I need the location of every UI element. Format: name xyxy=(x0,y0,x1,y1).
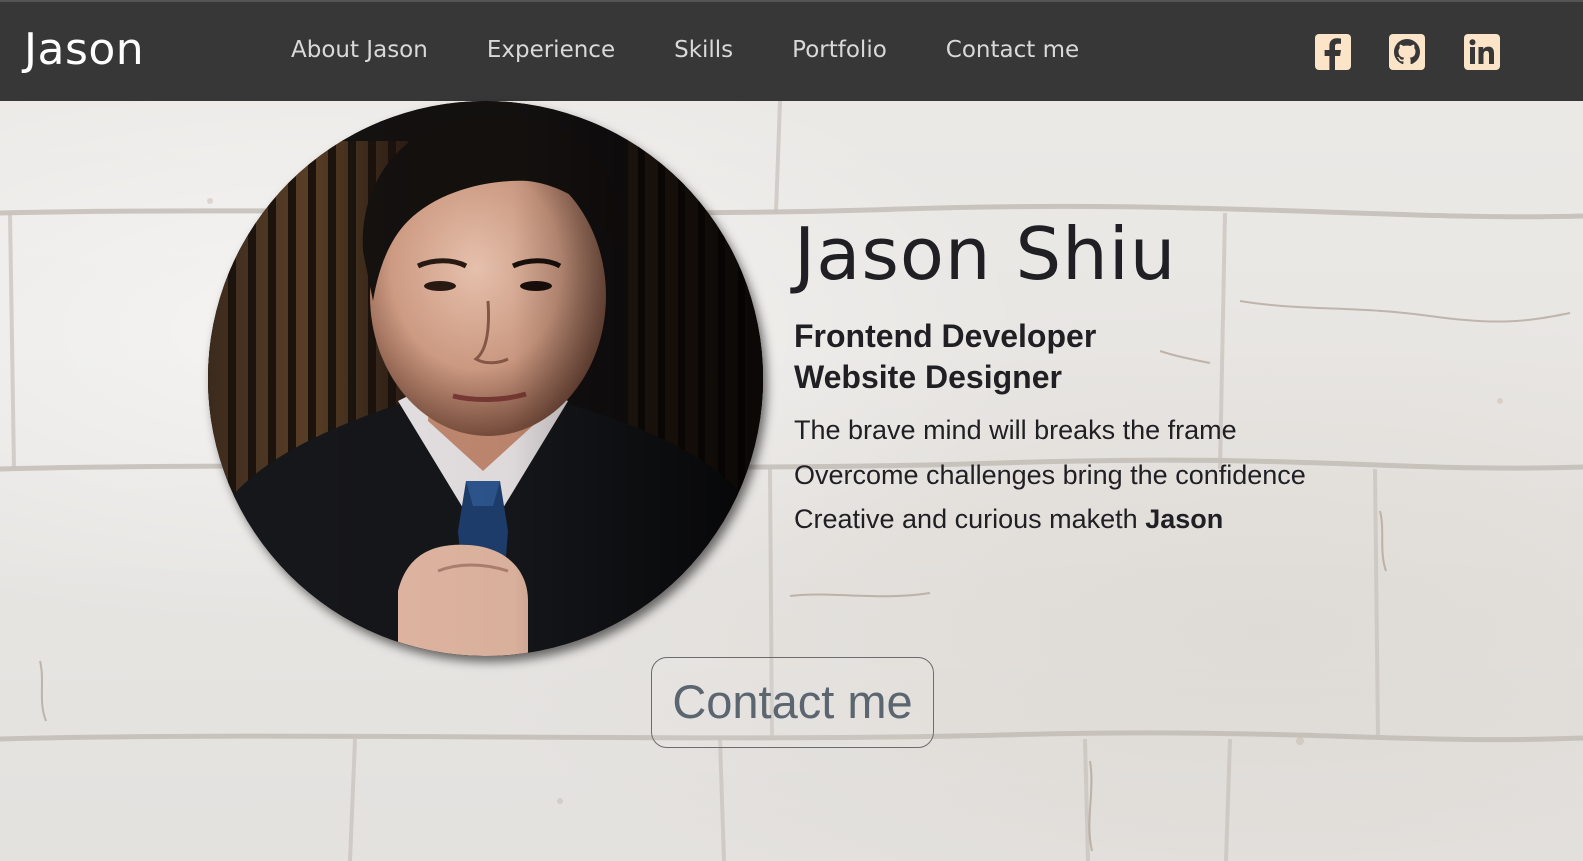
tagline-2: Overcome challenges bring the confidence xyxy=(794,460,1306,490)
nav-link-skills[interactable]: Skills xyxy=(674,37,733,63)
nav-link-contact[interactable]: Contact me xyxy=(946,37,1079,63)
github-link[interactable] xyxy=(1389,34,1425,70)
github-icon xyxy=(1394,39,1420,65)
tagline-3-prefix: Creative and curious maketh xyxy=(794,504,1138,534)
hero-name: Jason Shiu xyxy=(794,212,1177,296)
linkedin-icon xyxy=(1469,39,1494,64)
nav-link-about[interactable]: About Jason xyxy=(291,37,428,63)
nav-link-portfolio[interactable]: Portfolio xyxy=(792,37,887,63)
facebook-icon xyxy=(1324,38,1341,70)
contact-me-button[interactable]: Contact me xyxy=(651,657,934,748)
brand-logo[interactable]: Jason xyxy=(24,24,144,75)
role-designer: Website Designer xyxy=(794,359,1062,395)
profile-photo xyxy=(208,101,763,656)
linkedin-link[interactable] xyxy=(1464,34,1500,70)
tagline-3: Creative and curious maketh Jason xyxy=(794,504,1223,535)
tagline-1: The brave mind will breaks the frame xyxy=(794,415,1237,445)
facebook-link[interactable] xyxy=(1315,34,1351,70)
nav-link-experience[interactable]: Experience xyxy=(487,37,615,63)
nav-menu: About Jason Experience Skills Portfolio … xyxy=(291,37,1138,63)
top-navbar: Jason About Jason Experience Skills Port… xyxy=(0,0,1583,101)
tagline-3-bold-name: Jason xyxy=(1145,504,1224,534)
role-frontend: Frontend Developer xyxy=(794,318,1097,354)
